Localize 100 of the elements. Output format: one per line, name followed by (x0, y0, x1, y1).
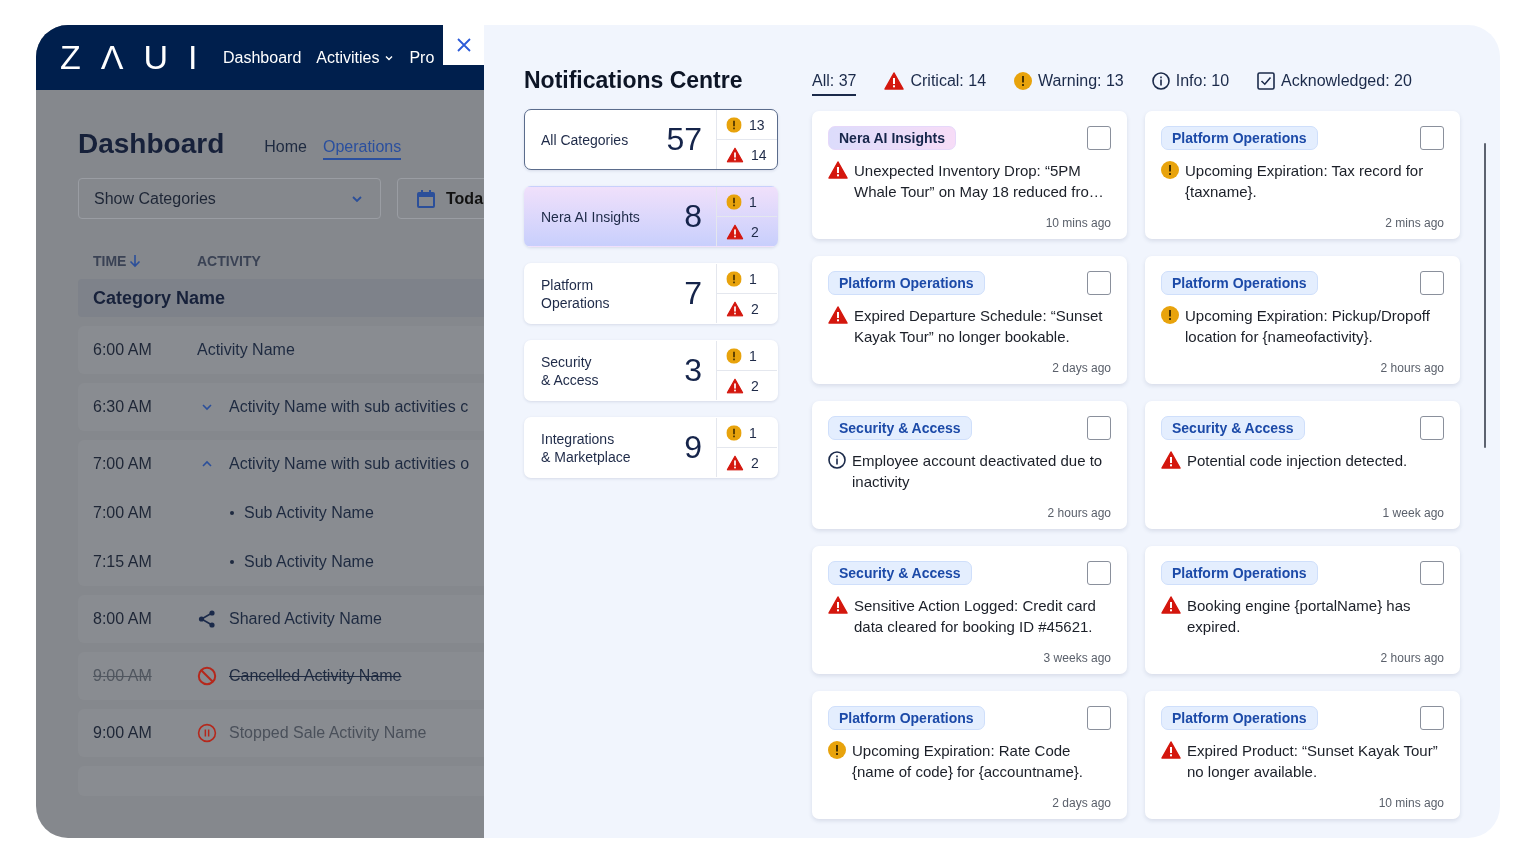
warning-triangle-icon (828, 596, 848, 614)
checkbox[interactable] (1420, 126, 1444, 150)
category-count: 57 (666, 121, 703, 158)
category-tag: Platform Operations (1161, 706, 1318, 730)
logo: ZΛUI (60, 38, 219, 77)
notification-time: 1 week ago (1382, 506, 1444, 520)
category-tag: Nera AI Insights (828, 126, 957, 150)
category-card[interactable]: Platform Operations 7 1 2 (524, 263, 778, 324)
filter-tab[interactable]: Acknowledged: 20 (1257, 70, 1412, 96)
warning-count: 1 (749, 424, 757, 441)
notification-time: 10 mins ago (1045, 216, 1111, 230)
exclamation-circle-icon (1161, 161, 1179, 179)
checkbox[interactable] (1087, 561, 1111, 585)
notification-message: Booking engine {portalName} has expired. (1187, 596, 1412, 637)
checkbox[interactable] (1087, 706, 1111, 730)
warning-triangle-icon (828, 306, 848, 324)
pause-icon (197, 723, 217, 743)
category-label: Platform Operations (540, 275, 611, 312)
category-label: Nera AI Insights (540, 207, 641, 226)
checkbox[interactable] (1087, 271, 1111, 295)
notification-time: 2 days ago (1052, 361, 1111, 375)
notification-message: Expired Departure Schedule: “Sunset Kayak Tour” no longer bookable. (854, 306, 1104, 347)
nav-link[interactable]: Activities (316, 48, 395, 67)
notification-time: 10 mins ago (1378, 796, 1444, 810)
activity-time: 9:00 AM (93, 724, 153, 742)
filter-tab[interactable]: All: 37 (812, 70, 857, 96)
page-title: Dashboard (78, 128, 225, 160)
checkbox[interactable] (1087, 416, 1111, 440)
exclamation-circle-icon (726, 193, 742, 210)
checkbox[interactable] (1087, 126, 1111, 150)
activity-name: Activity Name with sub activities c (229, 398, 469, 416)
nav-link[interactable]: Pro (409, 48, 435, 67)
notification-time: 3 weeks ago (1043, 651, 1111, 665)
activity-row[interactable]: 7:00 AM Activity Name with sub activities o 7:00 AM Sub Activity Name 7:15 AM Sub Activity Name (78, 440, 484, 586)
checked-box-icon (1257, 71, 1276, 90)
category-card[interactable]: Nera AI Insights 8 1 2 (524, 186, 778, 247)
critical-count: 14 (751, 146, 767, 163)
notification-time: 2 hours ago (1380, 651, 1444, 665)
category-tag: Platform Operations (1161, 126, 1318, 150)
notification-message: Sensitive Action Logged: Credit card data cleared for booking ID #45621. (854, 596, 1097, 637)
sub-activity-name: Sub Activity Name (244, 552, 374, 571)
activity-time: 7:00 AM (93, 455, 153, 473)
activity-time: 9:00 AM (93, 667, 153, 685)
critical-count: 2 (751, 377, 759, 394)
activity-row[interactable]: 6:30 AM Activity Name with sub activities c (78, 383, 484, 431)
activity-row[interactable]: 9:00 AM Stopped Sale Activity Name (78, 709, 484, 757)
category-card[interactable]: Integrations & Marketplace 9 1 2 (524, 417, 778, 478)
warning-triangle-icon (884, 71, 905, 90)
checkbox[interactable] (1420, 416, 1444, 440)
category-dropdown[interactable]: Show Categories (78, 178, 381, 219)
exclamation-circle-icon (1014, 71, 1033, 90)
critical-count: 2 (751, 223, 759, 240)
notification-message: Expired Product: “Sunset Kayak Tour” no longer available. (1187, 741, 1439, 782)
warning-count: 1 (749, 270, 757, 287)
sub-activity-name: Sub Activity Name (244, 503, 374, 522)
category-tag: Platform Operations (1161, 561, 1318, 585)
tab[interactable]: Home (264, 138, 307, 160)
activity-time: 7:15 AM (93, 552, 153, 571)
notification-message: Unexpected Inventory Drop: “5PM Whale Tour” on May 18 reduced fro… (854, 161, 1105, 202)
category-count: 7 (684, 275, 703, 312)
activity-time: 6:30 AM (93, 398, 153, 416)
activity-row[interactable]: 9:00 AM Cancelled Activity Name (78, 652, 484, 700)
warning-triangle-icon (726, 146, 744, 163)
activity-time: 7:00 AM (93, 503, 153, 522)
category-tag: Platform Operations (828, 706, 985, 730)
notification-message: Upcoming Expiration: Rate Code {name of code} for {accountname}. (852, 741, 1084, 782)
filter-tab[interactable]: Warning: 13 (1014, 70, 1124, 96)
category-label: Security & Access (540, 352, 600, 389)
category-name: Category Name (93, 287, 226, 309)
category-count: 9 (684, 429, 703, 466)
notification-message: Upcoming Expiration: Pickup/Dropoff location for {nameofactivity}. (1185, 306, 1431, 347)
activity-name: Activity Name with sub activities o (229, 455, 470, 473)
close-button[interactable] (443, 25, 484, 65)
category-card[interactable]: All Categories 57 13 14 (524, 109, 778, 170)
notification-time: 2 hours ago (1047, 506, 1111, 520)
checkbox[interactable] (1420, 271, 1444, 295)
activity-row[interactable]: 6:00 AM Activity Name (78, 326, 484, 374)
bullet-icon (230, 559, 234, 564)
activity-name: Shared Activity Name (229, 610, 382, 628)
category-tag: Security & Access (1161, 416, 1305, 440)
warning-count: 1 (749, 193, 757, 210)
bullet-icon (230, 510, 234, 515)
exclamation-circle-icon (726, 116, 742, 133)
category-tag: Security & Access (828, 416, 972, 440)
activity-row[interactable]: 8:00 AM Shared Activity Name (78, 595, 484, 643)
category-label: All Categories (540, 130, 630, 149)
nav-link[interactable]: Dashboard (223, 48, 302, 67)
category-card[interactable]: Security & Access 3 1 2 (524, 340, 778, 401)
category-label: Integrations & Marketplace (540, 429, 632, 466)
share-icon (197, 609, 217, 629)
activity-name: Stopped Sale Activity Name (229, 724, 427, 742)
scrollbar[interactable] (1484, 143, 1486, 448)
checkbox[interactable] (1420, 561, 1444, 585)
checkbox[interactable] (1420, 706, 1444, 730)
warning-triangle-icon (1161, 451, 1181, 469)
filter-tab[interactable]: Info: 10 (1151, 70, 1230, 96)
warning-count: 13 (749, 116, 765, 133)
filter-tab[interactable]: Critical: 14 (884, 70, 987, 96)
warning-triangle-icon (726, 454, 744, 471)
notification-message: Potential code injection detected. (1187, 451, 1408, 471)
